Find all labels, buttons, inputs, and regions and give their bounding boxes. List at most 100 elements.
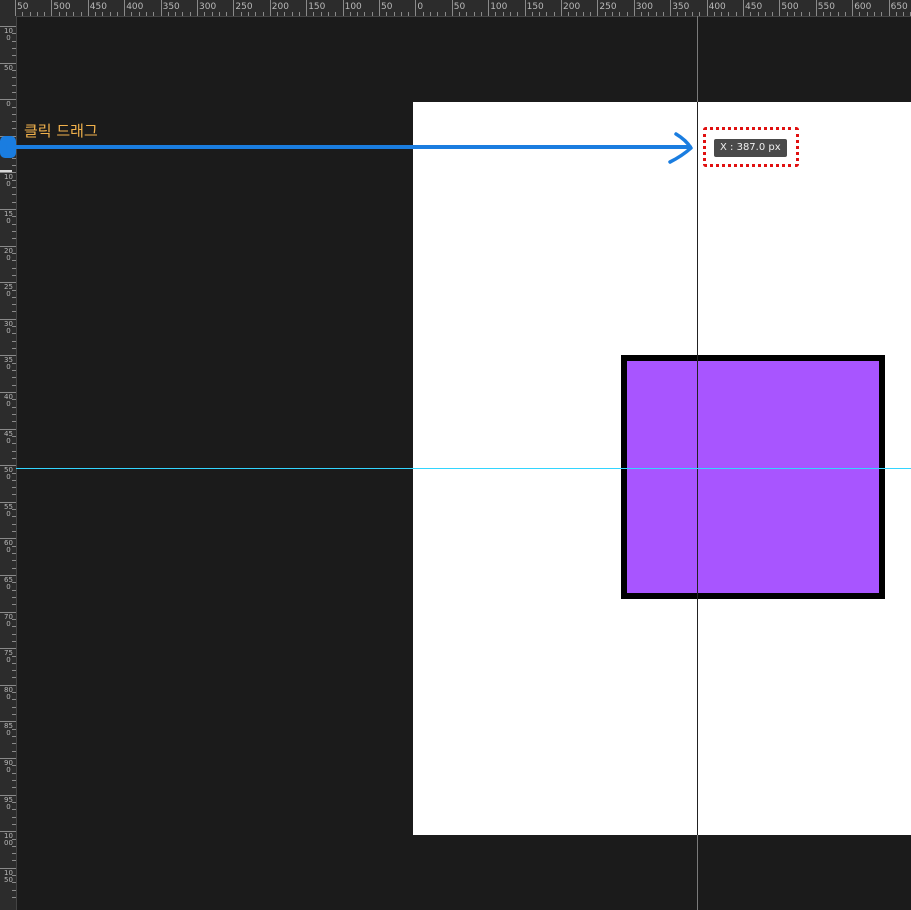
ruler-minor-tick — [12, 677, 16, 679]
ruler-minor-tick — [12, 604, 16, 606]
ruler-minor-tick — [12, 370, 16, 372]
drag-handle[interactable] — [0, 136, 16, 158]
ruler-minor-tick — [568, 12, 570, 16]
ruler-tick-label: 50 — [17, 2, 29, 12]
ruler-minor-tick — [12, 553, 16, 555]
ruler-minor-tick — [386, 12, 388, 16]
ruler-minor-tick — [590, 12, 592, 16]
ruler-tick-label: 300 — [635, 2, 653, 12]
ruler-minor-tick — [531, 12, 533, 16]
ruler-minor-tick — [12, 692, 16, 694]
ruler-minor-tick — [757, 12, 759, 16]
horizontal-ruler[interactable]: 50 500 450 400 350 300 250 200 150 100 50 0 50 100 150… — [0, 0, 911, 17]
ruler-minor-tick — [12, 47, 16, 49]
ruler-minor-tick — [480, 12, 482, 16]
ruler-minor-tick — [801, 12, 803, 16]
ruler-minor-tick — [12, 582, 16, 584]
ruler-tick-label: 400 — [708, 2, 726, 12]
ruler-minor-tick — [437, 12, 439, 16]
ruler-tick-label: 650 — [890, 2, 908, 12]
ruler-tick-label: 450 — [89, 2, 107, 12]
ruler-minor-tick — [12, 860, 16, 862]
ruler-minor-tick — [12, 69, 16, 71]
ruler-minor-tick — [859, 12, 861, 16]
ruler-minor-tick — [12, 589, 16, 591]
ruler-major-tick — [706, 0, 708, 16]
purple-rectangle-shape[interactable] — [621, 355, 885, 599]
ruler-tick-label: 200 — [271, 2, 289, 12]
ruler-minor-tick — [12, 779, 16, 781]
ruler-minor-tick — [772, 12, 774, 16]
ruler-minor-tick — [12, 260, 16, 262]
ruler-tick-label: 250 — [235, 2, 253, 12]
ruler-minor-tick — [12, 55, 16, 57]
ruler-major-tick — [415, 0, 417, 16]
ruler-minor-tick — [655, 12, 657, 16]
ruler-minor-tick — [12, 479, 16, 481]
ruler-minor-tick — [786, 12, 788, 16]
ruler-minor-tick — [393, 12, 395, 16]
ruler-minor-tick — [298, 12, 300, 16]
ruler-tick-label: 50 — [453, 2, 466, 12]
ruler-minor-tick — [284, 12, 286, 16]
ruler-minor-tick — [218, 12, 220, 16]
ruler-minor-tick — [12, 516, 16, 518]
ruler-minor-tick — [903, 12, 905, 16]
ruler-minor-tick — [626, 12, 628, 16]
ruler-minor-tick — [429, 12, 431, 16]
ruler-tick-label: 550 — [817, 2, 835, 12]
ruler-minor-tick — [12, 531, 16, 533]
ruler-minor-tick — [12, 443, 16, 445]
ruler-minor-tick — [648, 12, 650, 16]
guide-position-tooltip: X : 387.0 px — [714, 139, 787, 157]
ruler-minor-tick — [553, 12, 555, 16]
ruler-minor-tick — [12, 706, 16, 708]
ruler-minor-tick — [12, 736, 16, 738]
ruler-minor-tick — [262, 12, 264, 16]
ruler-minor-tick — [12, 626, 16, 628]
ruler-tick-label: 450 — [745, 2, 763, 12]
ruler-major-tick — [160, 0, 162, 16]
ruler-minor-tick — [102, 12, 104, 16]
ruler-minor-tick — [22, 12, 24, 16]
ruler-minor-tick — [364, 12, 366, 16]
ruler-minor-tick — [874, 12, 876, 16]
ruler-minor-tick — [371, 12, 373, 16]
ruler-major-tick — [342, 0, 344, 16]
ruler-minor-tick — [12, 787, 16, 789]
ruler-minor-tick — [12, 889, 16, 891]
horizontal-guide-line[interactable] — [16, 468, 911, 469]
ruler-minor-tick — [677, 12, 679, 16]
ruler-minor-tick — [12, 40, 16, 42]
ruler-major-tick — [233, 0, 235, 16]
ruler-minor-tick — [400, 12, 402, 16]
ruler-minor-tick — [12, 384, 16, 386]
ruler-minor-tick — [12, 194, 16, 196]
ruler-minor-tick — [546, 12, 548, 16]
ruler-minor-tick — [12, 772, 16, 774]
ruler-minor-tick — [750, 12, 752, 16]
ruler-minor-tick — [881, 12, 883, 16]
ruler-major-tick — [597, 0, 599, 16]
ruler-minor-tick — [12, 223, 16, 225]
ruler-minor-tick — [12, 487, 16, 489]
ruler-minor-tick — [12, 450, 16, 452]
ruler-major-tick — [51, 0, 53, 16]
ruler-minor-tick — [466, 12, 468, 16]
ruler-minor-tick — [12, 823, 16, 825]
drag-instruction-label: 클릭 드래그 — [24, 122, 98, 140]
ruler-major-tick — [87, 0, 89, 16]
ruler-minor-tick — [12, 333, 16, 335]
ruler-minor-tick — [837, 12, 839, 16]
ruler-minor-tick — [12, 406, 16, 408]
ruler-minor-tick — [12, 421, 16, 423]
ruler-major-tick — [779, 0, 781, 16]
ruler-minor-tick — [575, 12, 577, 16]
ruler-minor-tick — [12, 377, 16, 379]
ruler-minor-tick — [12, 640, 16, 642]
ruler-minor-tick — [12, 33, 16, 35]
ruler-minor-tick — [12, 494, 16, 496]
ruler-minor-tick — [12, 457, 16, 459]
ruler-tick-label: 150 — [526, 2, 544, 12]
ruler-minor-tick — [604, 12, 606, 16]
